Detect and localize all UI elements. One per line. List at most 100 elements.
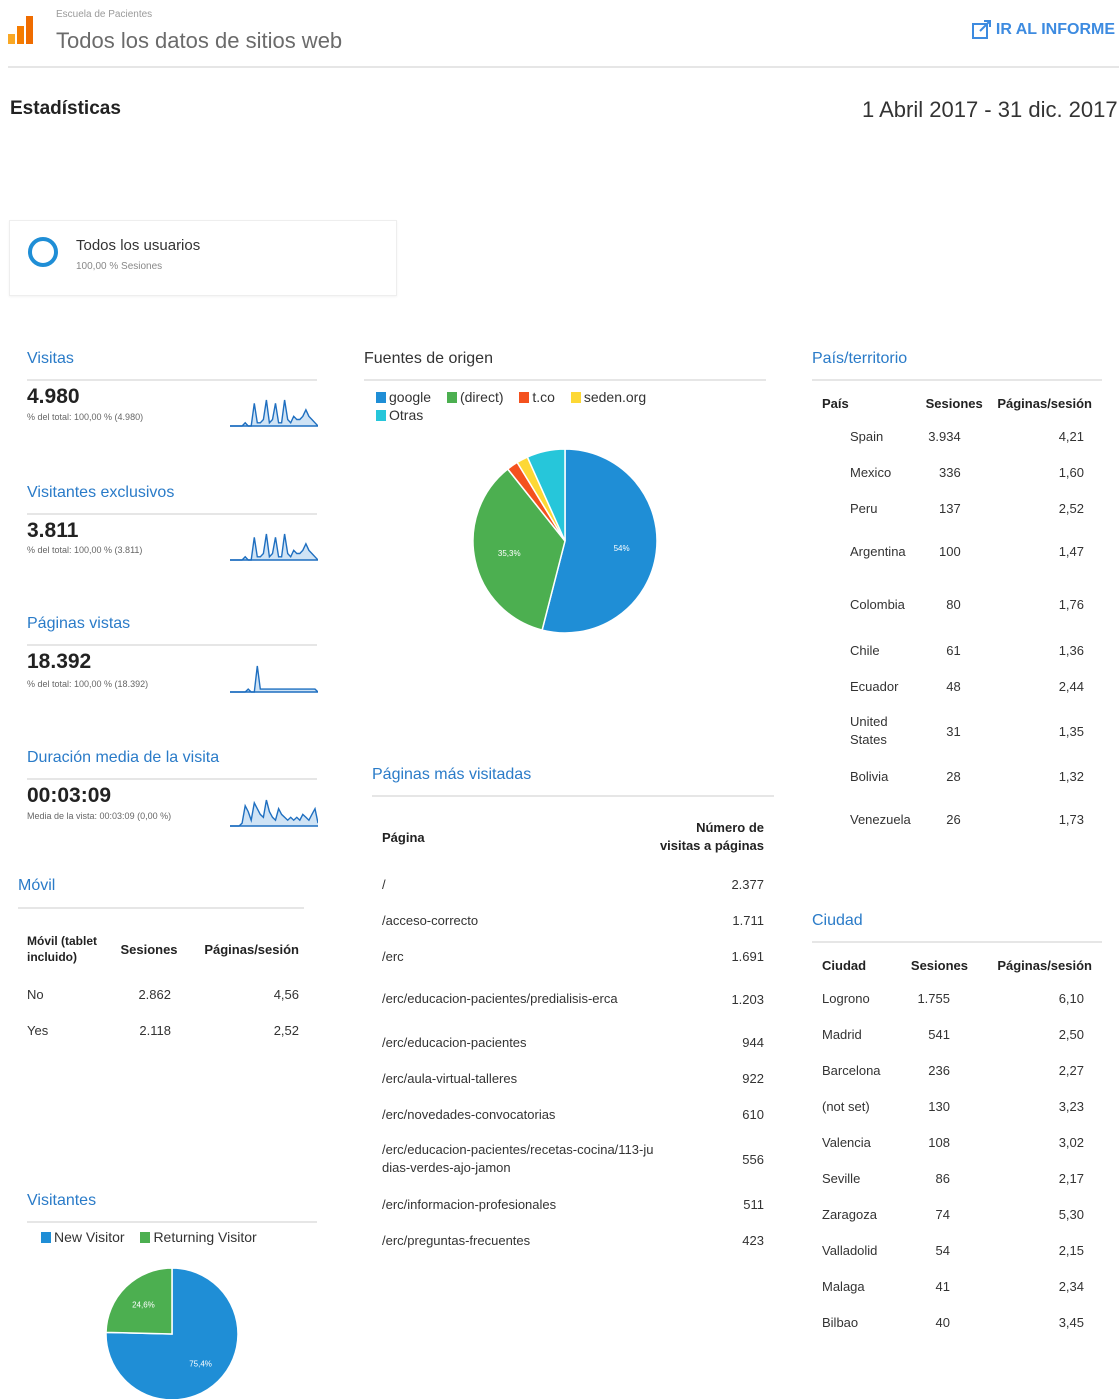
- table-row: /erc/educacion-pacientes/recetas-cocina/…: [382, 1132, 764, 1186]
- cell: 74: [935, 1206, 950, 1222]
- sources-pie-chart: 54% 35,3%: [472, 448, 658, 634]
- city-name: Barcelona: [822, 1062, 881, 1078]
- country-name: Venezuela: [850, 811, 911, 827]
- sources-rule: [364, 379, 766, 381]
- table-row: No 2.862 4,56: [27, 976, 299, 1012]
- table-row: Madrid 541 2,50: [822, 1016, 1092, 1052]
- col-header: Número de visitas a páginas: [659, 820, 764, 853]
- page-path[interactable]: /erc/educacion-pacientes/recetas-cocina/…: [382, 1132, 660, 1186]
- metric-value: 4.980: [27, 385, 80, 408]
- cell: 48: [946, 678, 961, 694]
- cell: 2.862: [138, 986, 171, 1002]
- table-row: Valencia 108 3,02: [822, 1124, 1092, 1160]
- page-path[interactable]: /erc/educacion-pacientes: [382, 1024, 660, 1060]
- city-name: Malaga: [822, 1278, 865, 1294]
- legend-swatch: [140, 1232, 151, 1243]
- cell: 3,45: [1058, 1314, 1084, 1330]
- table-row: Venezuela 26 1,73: [822, 794, 1092, 844]
- table-header-row: Móvil (tablet incluido) Sesiones Páginas…: [27, 922, 299, 976]
- table-row: Chile 61 1,36: [822, 632, 1092, 668]
- legend-item: seden.org: [570, 389, 646, 405]
- cell: 54: [935, 1242, 950, 1258]
- country-name: Argentina: [850, 543, 906, 559]
- country-name: Bolivia: [850, 768, 889, 784]
- metric-share: % del total: 100,00 % (18.392): [27, 679, 149, 689]
- legend-label: google: [389, 389, 432, 405]
- legend-label: New Visitor: [54, 1229, 125, 1245]
- page-path[interactable]: /: [382, 866, 660, 902]
- table-row: Malaga 41 2,34: [822, 1268, 1092, 1304]
- cell: 80: [946, 596, 961, 612]
- cell: 336: [939, 464, 961, 480]
- country-rule: [812, 379, 1102, 381]
- page-path[interactable]: /erc: [382, 938, 660, 974]
- legend-swatch: [519, 392, 530, 403]
- country-name: Colombia: [850, 596, 905, 612]
- page-path[interactable]: /erc/educacion-pacientes/predialisis-erc…: [382, 974, 660, 1024]
- metric-title: Páginas vistas: [27, 615, 131, 632]
- country-name: Chile: [850, 642, 880, 658]
- table-row: (not set) 130 3,23: [822, 1088, 1092, 1124]
- go-to-report-link[interactable]: IR AL INFORME: [971, 20, 1115, 40]
- table-row: Zaragoza 74 5,30: [822, 1196, 1092, 1232]
- table-row: /erc 1.691: [382, 938, 764, 974]
- country-name: Mexico: [850, 464, 892, 480]
- cell: 541: [928, 1026, 950, 1042]
- segment-ring-icon: [28, 237, 58, 267]
- table-header-row: Ciudad Sesiones Páginas/sesión: [822, 950, 1092, 980]
- cell: 1.755: [917, 990, 950, 1006]
- cell: 2,17: [1058, 1170, 1084, 1186]
- cell: 2,27: [1058, 1062, 1084, 1078]
- cell: 2,52: [1058, 500, 1084, 516]
- legend-item: t.co: [519, 389, 555, 405]
- sparkline: [230, 665, 318, 693]
- cell: 3,23: [1058, 1098, 1084, 1114]
- page-path[interactable]: /erc/preguntas-frecuentes: [382, 1222, 660, 1258]
- city-name: Logrono: [822, 990, 870, 1006]
- page-path[interactable]: /erc/informacion-profesionales: [382, 1186, 660, 1222]
- col-header: Sesiones: [120, 941, 178, 957]
- metric-title: Visitas: [27, 350, 74, 367]
- cell: No: [27, 986, 44, 1002]
- cell: 108: [928, 1134, 950, 1150]
- view-title: Todos los datos de sitios web: [56, 28, 343, 53]
- date-range[interactable]: 1 Abril 2017 - 31 dic. 2017: [862, 97, 1118, 123]
- country-name: United States: [850, 714, 888, 747]
- cell: 26: [946, 811, 961, 827]
- top-pages-rule: [372, 795, 774, 797]
- visitors-title: Visitantes: [27, 1192, 97, 1209]
- cell: 2,34: [1058, 1278, 1084, 1294]
- visitors-legend: New Visitor Returning Visitor: [41, 1228, 257, 1246]
- sparkline: [230, 799, 318, 827]
- page-views: 1.711: [732, 912, 764, 928]
- header-divider: [8, 66, 1119, 68]
- table-row: Bilbao 40 3,45: [822, 1304, 1092, 1340]
- metric-value: 18.392: [27, 650, 92, 673]
- legend-item: (direct): [446, 389, 504, 405]
- pie-data-label: 75,4%: [189, 1359, 212, 1368]
- country-table: País Sesiones Páginas/sesión Spain 3.934 4…: [822, 388, 1092, 844]
- cell: 3,02: [1058, 1134, 1084, 1150]
- table-row: Logrono 1.755 6,10: [822, 980, 1092, 1016]
- cell: 28: [946, 768, 961, 784]
- metric-share: % del total: 100,00 % (3.811): [27, 545, 143, 555]
- page-path[interactable]: /erc/novedades-convocatorias: [382, 1096, 660, 1132]
- visitors-pie-chart: 75,4% 24,6%: [105, 1267, 239, 1399]
- col-header: Sesiones: [925, 395, 983, 411]
- property-name: Escuela de Pacientes: [56, 9, 153, 20]
- page-path[interactable]: /erc/aula-virtual-talleres: [382, 1060, 660, 1096]
- sparkline: [230, 399, 318, 427]
- pie-data-label: 35,3%: [498, 549, 521, 558]
- page-path[interactable]: /acceso-correcto: [382, 902, 660, 938]
- cell: 2.118: [139, 1022, 171, 1038]
- cell: 3.934: [928, 428, 961, 444]
- metric-rule: [27, 513, 317, 515]
- segment-card[interactable]: Todos los usuarios 100,00 % Sesiones: [9, 220, 397, 296]
- metric-value: 00:03:09: [27, 784, 112, 807]
- top-pages-table: Página Número de visitas a páginas / 2.37…: [382, 808, 764, 1258]
- cell: 4,56: [273, 986, 299, 1002]
- country-title: País/territorio: [812, 350, 908, 367]
- cell: 137: [939, 500, 961, 516]
- table-row: Yes 2.118 2,52: [27, 1012, 299, 1048]
- cell: 130: [928, 1098, 950, 1114]
